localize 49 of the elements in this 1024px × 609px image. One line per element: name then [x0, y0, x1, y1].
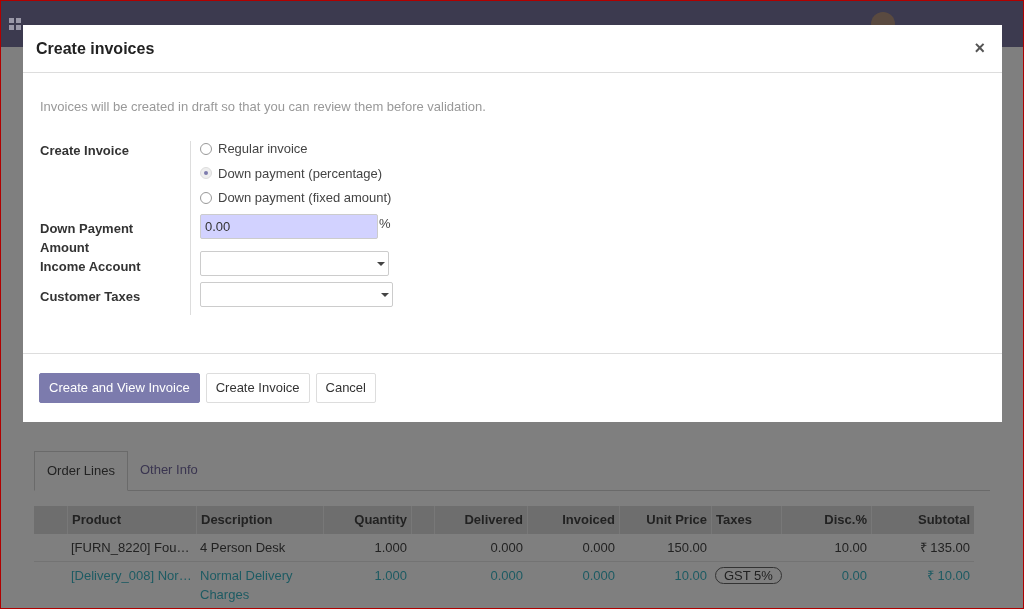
column-header[interactable]: Unit Price [646, 509, 707, 530]
dialog-button[interactable]: Create and View Invoice [39, 373, 200, 403]
tab[interactable]: Other Info [127, 451, 210, 490]
table-cell: 1.000 [374, 567, 407, 583]
info-note: Invoices will be created in draft so that you can review them before validation. [40, 98, 487, 116]
column-header[interactable]: Product [72, 509, 122, 530]
table-cell: 0.000 [582, 539, 615, 555]
radio-button[interactable] [200, 142, 212, 155]
income-account-select[interactable] [200, 251, 389, 276]
dialog-title: Create invoices [36, 38, 155, 59]
column-header[interactable]: Delivered [464, 509, 523, 530]
table-cell: 0.00 [841, 567, 867, 583]
caret-icon [381, 292, 389, 297]
table-cell: ₹ 135.00 [919, 539, 970, 555]
field-label: Income Account [40, 257, 142, 276]
amount-field[interactable]: 0.00 [200, 214, 378, 239]
table-cell: [FURN_8220] Fou… [71, 539, 190, 555]
column-header[interactable]: Subtotal [918, 509, 970, 530]
table-cell: Normal Delivery Charges [200, 567, 293, 602]
apps-menu-icon[interactable] [9, 18, 21, 30]
table-cell: 0.000 [490, 567, 523, 583]
field-label: Create Invoice [40, 141, 130, 160]
column-header[interactable]: Invoiced [562, 509, 615, 530]
column-header[interactable]: Disc.% [824, 509, 867, 530]
radio-button[interactable] [200, 191, 212, 204]
unit-label: % [379, 215, 391, 233]
table-cell: 1.000 [374, 539, 407, 555]
table-cell: 0.000 [490, 539, 523, 555]
customer-taxes-select[interactable] [200, 282, 393, 307]
caret-icon [377, 261, 385, 266]
dialog-button[interactable]: Cancel [315, 373, 376, 403]
tab[interactable]: Order Lines [34, 451, 128, 491]
column-header[interactable]: Taxes [716, 509, 752, 530]
table-cell: [Delivery_008] Nor… [71, 567, 192, 583]
close-button[interactable]: × [974, 35, 985, 62]
table-cell: 150.00 [667, 539, 707, 555]
field-label: Customer Taxes [40, 287, 142, 306]
table-cell: ₹ 10.00 [926, 567, 970, 583]
dialog-button[interactable]: Create Invoice [205, 373, 310, 403]
table-cell: 10.00 [834, 539, 867, 555]
radio-label[interactable]: Down payment (percentage) [218, 163, 383, 183]
table-cell: 0.000 [582, 567, 615, 583]
radio-label[interactable]: Regular invoice [218, 139, 308, 159]
field-label: Down Payment Amount [40, 219, 135, 257]
table-cell: 10.00 [674, 567, 707, 583]
radio-label[interactable]: Down payment (fixed amount) [218, 188, 392, 208]
column-header[interactable]: Description [201, 509, 273, 530]
table-cell: 4 Person Desk [200, 539, 286, 555]
column-header[interactable]: Quantity [354, 509, 407, 530]
